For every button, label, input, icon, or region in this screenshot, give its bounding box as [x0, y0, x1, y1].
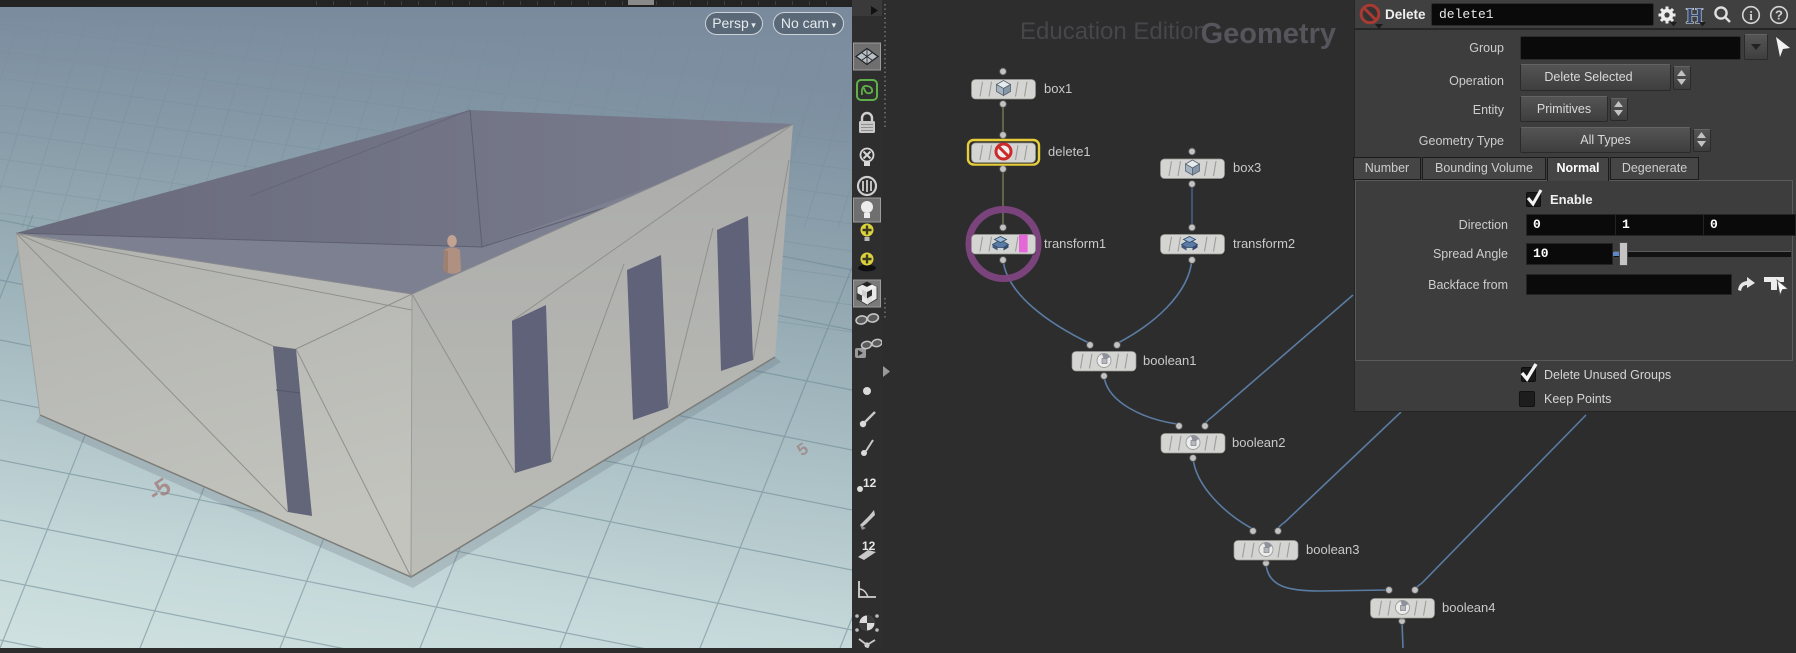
svg-text:Geometry: Geometry — [1201, 18, 1336, 50]
svg-text:box3: box3 — [1233, 160, 1261, 175]
svg-text:12: 12 — [863, 476, 877, 490]
svg-text:transform1: transform1 — [1044, 236, 1106, 251]
svg-text:delete1: delete1 — [1048, 144, 1091, 159]
svg-text:i: i — [1749, 8, 1753, 23]
svg-text:boolean4: boolean4 — [1442, 600, 1496, 615]
svg-text:boolean3: boolean3 — [1306, 542, 1360, 557]
svg-text:boolean2: boolean2 — [1232, 435, 1286, 450]
svg-text:?: ? — [1775, 8, 1783, 23]
svg-text:boolean1: boolean1 — [1143, 353, 1197, 368]
svg-text:12: 12 — [862, 539, 876, 553]
svg-text:transform2: transform2 — [1233, 236, 1295, 251]
svg-text:box1: box1 — [1044, 81, 1072, 96]
svg-text:Education Edition: Education Edition — [1020, 18, 1207, 45]
